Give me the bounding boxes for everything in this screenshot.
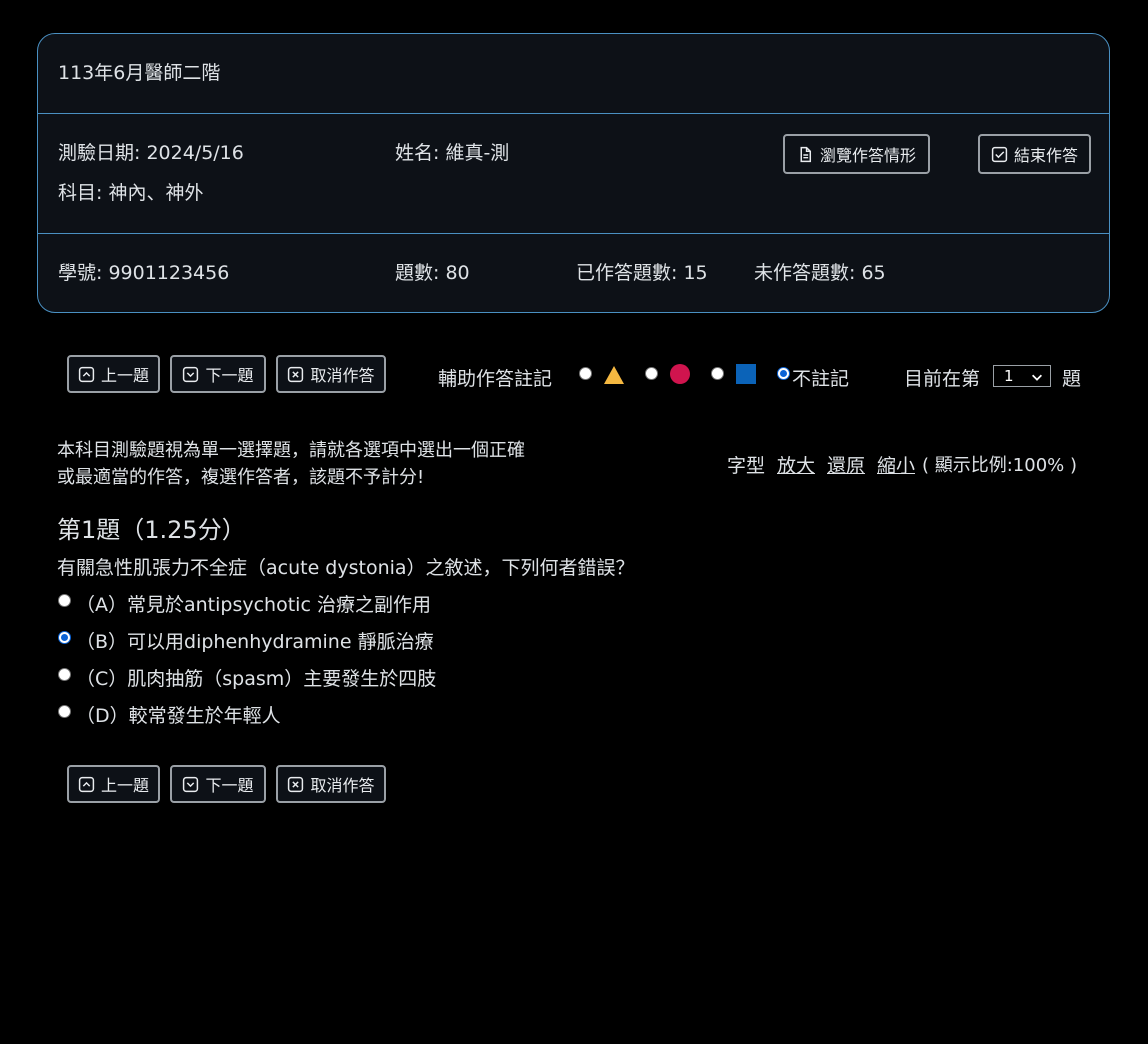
question-count: 題數: 80 [395,262,470,284]
finish-exam-button[interactable]: 結束作答 [978,134,1091,174]
exam-title-row: 113年6月醫師二階 [38,34,1109,114]
question-title: 第1題（1.25分） [57,516,246,544]
chevron-up-square-icon [78,366,95,382]
option-b-radio[interactable] [58,631,71,644]
current-question-prefix: 目前在第 [904,368,981,390]
exam-stats-row: 學號: 9901123456 題數: 80 已作答題數: 15 未作答題數: 6… [38,234,1109,312]
marker-square-radio[interactable] [711,367,724,380]
instruction-line-2: 或最適當的作答，複選作答者，該題不予計分! [57,467,425,488]
bottom-prev-question-button[interactable]: 上一題 [67,765,160,803]
chevron-up-square-icon [78,776,95,792]
option-d-label[interactable]: （D）較常發生於年輕人 [76,701,281,728]
document-icon [800,146,812,162]
x-square-icon [288,366,304,382]
exam-details-row: 測驗日期: 2024/5/16 姓名: 維真-測 科目: 神內、神外 瀏覽作答情… [38,114,1109,234]
subject: 科目: 神內、神外 [58,182,204,204]
option-b-label[interactable]: （B）可以用diphenhydramine 靜脈治療 [76,627,434,654]
marker-circle-radio[interactable] [645,367,658,380]
prev-question-button[interactable]: 上一題 [67,355,160,393]
circle-marker-icon [670,364,690,384]
chevron-down-square-icon [183,776,199,792]
student-id: 學號: 9901123456 [58,262,230,284]
cancel-answer-button[interactable]: 取消作答 [276,355,386,393]
browse-answers-button[interactable]: 瀏覽作答情形 [783,134,930,174]
current-question-suffix: 題 [1062,368,1082,390]
test-date: 測驗日期: 2024/5/16 [58,142,244,164]
exam-info-card: 113年6月醫師二階 測驗日期: 2024/5/16 姓名: 維真-測 科目: … [37,33,1110,313]
option-a-radio[interactable] [58,594,71,607]
x-square-icon [288,776,304,792]
no-mark-label: 不註記 [792,368,850,390]
font-reset-link[interactable]: 還原 [827,451,865,478]
bottom-cancel-answer-button[interactable]: 取消作答 [276,765,386,803]
chevron-down-icon [1032,374,1042,381]
display-ratio: ( 顯示比例:100% ) [922,455,1078,476]
marker-label: 輔助作答註記 [438,368,553,390]
no-mark-radio[interactable] [777,367,790,380]
question-number-select[interactable]: 1 [993,365,1051,387]
font-shrink-link[interactable]: 縮小 [877,451,915,478]
font-label: 字型 [727,455,766,477]
chevron-down-square-icon [183,366,199,382]
marker-triangle-radio[interactable] [579,367,592,380]
exam-title: 113年6月醫師二階 [58,62,221,84]
unanswered-count: 未作答題數: 65 [754,262,886,284]
bottom-next-question-button[interactable]: 下一題 [170,765,266,803]
next-question-button[interactable]: 下一題 [170,355,266,393]
student-name: 姓名: 維真-測 [395,142,510,164]
answered-count: 已作答題數: 15 [576,262,708,284]
font-enlarge-link[interactable]: 放大 [777,451,815,478]
option-a-label[interactable]: （A）常見於antipsychotic 治療之副作用 [76,590,431,617]
option-c-radio[interactable] [58,668,71,681]
triangle-marker-icon [604,366,624,384]
question-stem: 有關急性肌張力不全症（acute dystonia）之敘述，下列何者錯誤？ [57,557,635,579]
option-d-radio[interactable] [58,705,71,718]
check-square-icon [991,146,1008,162]
instruction-line-1: 本科目測驗題視為單一選擇題，請就各選項中選出一個正確 [57,440,525,461]
option-c-label[interactable]: （C）肌肉抽筋（spasm）主要發生於四肢 [76,664,436,691]
square-marker-icon [736,364,756,384]
